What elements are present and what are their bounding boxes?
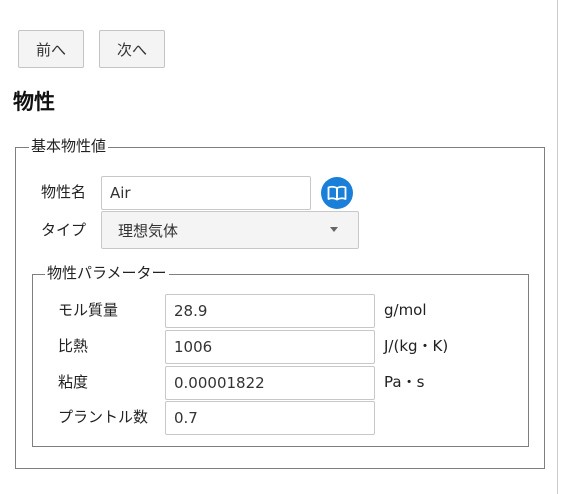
prev-button[interactable]: 前へ	[18, 30, 84, 68]
param-label-specific-heat: 比熱	[58, 337, 89, 355]
specific-heat-input[interactable]: 1006	[165, 330, 375, 364]
library-book-button[interactable]	[321, 177, 353, 209]
viscosity-input[interactable]: 0.00001822	[165, 366, 375, 400]
caret-down-icon	[330, 227, 338, 232]
page-title: 物性	[13, 90, 55, 114]
name-input[interactable]: Air	[101, 176, 311, 210]
type-select-value: 理想気体	[118, 221, 179, 240]
name-label: 物性名	[41, 183, 87, 201]
right-edge-divider	[557, 0, 558, 494]
specific-heat-unit: J/(kg・K)	[384, 337, 449, 355]
next-button[interactable]: 次へ	[99, 30, 165, 68]
basic-properties-legend: 基本物性値	[29, 137, 109, 155]
book-icon	[327, 185, 347, 201]
molar-mass-input[interactable]: 28.9	[165, 294, 375, 328]
viscosity-unit: Pa・s	[384, 373, 425, 391]
param-label-molar-mass: モル質量	[58, 301, 119, 319]
parameters-legend: 物性パラメーター	[45, 264, 169, 282]
molar-mass-unit: g/mol	[384, 301, 427, 319]
param-label-prandtl: プラントル数	[58, 408, 149, 426]
prandtl-input[interactable]: 0.7	[165, 401, 375, 435]
type-label: タイプ	[41, 221, 87, 239]
param-label-viscosity: 粘度	[58, 373, 89, 391]
type-select[interactable]: 理想気体	[101, 211, 359, 249]
